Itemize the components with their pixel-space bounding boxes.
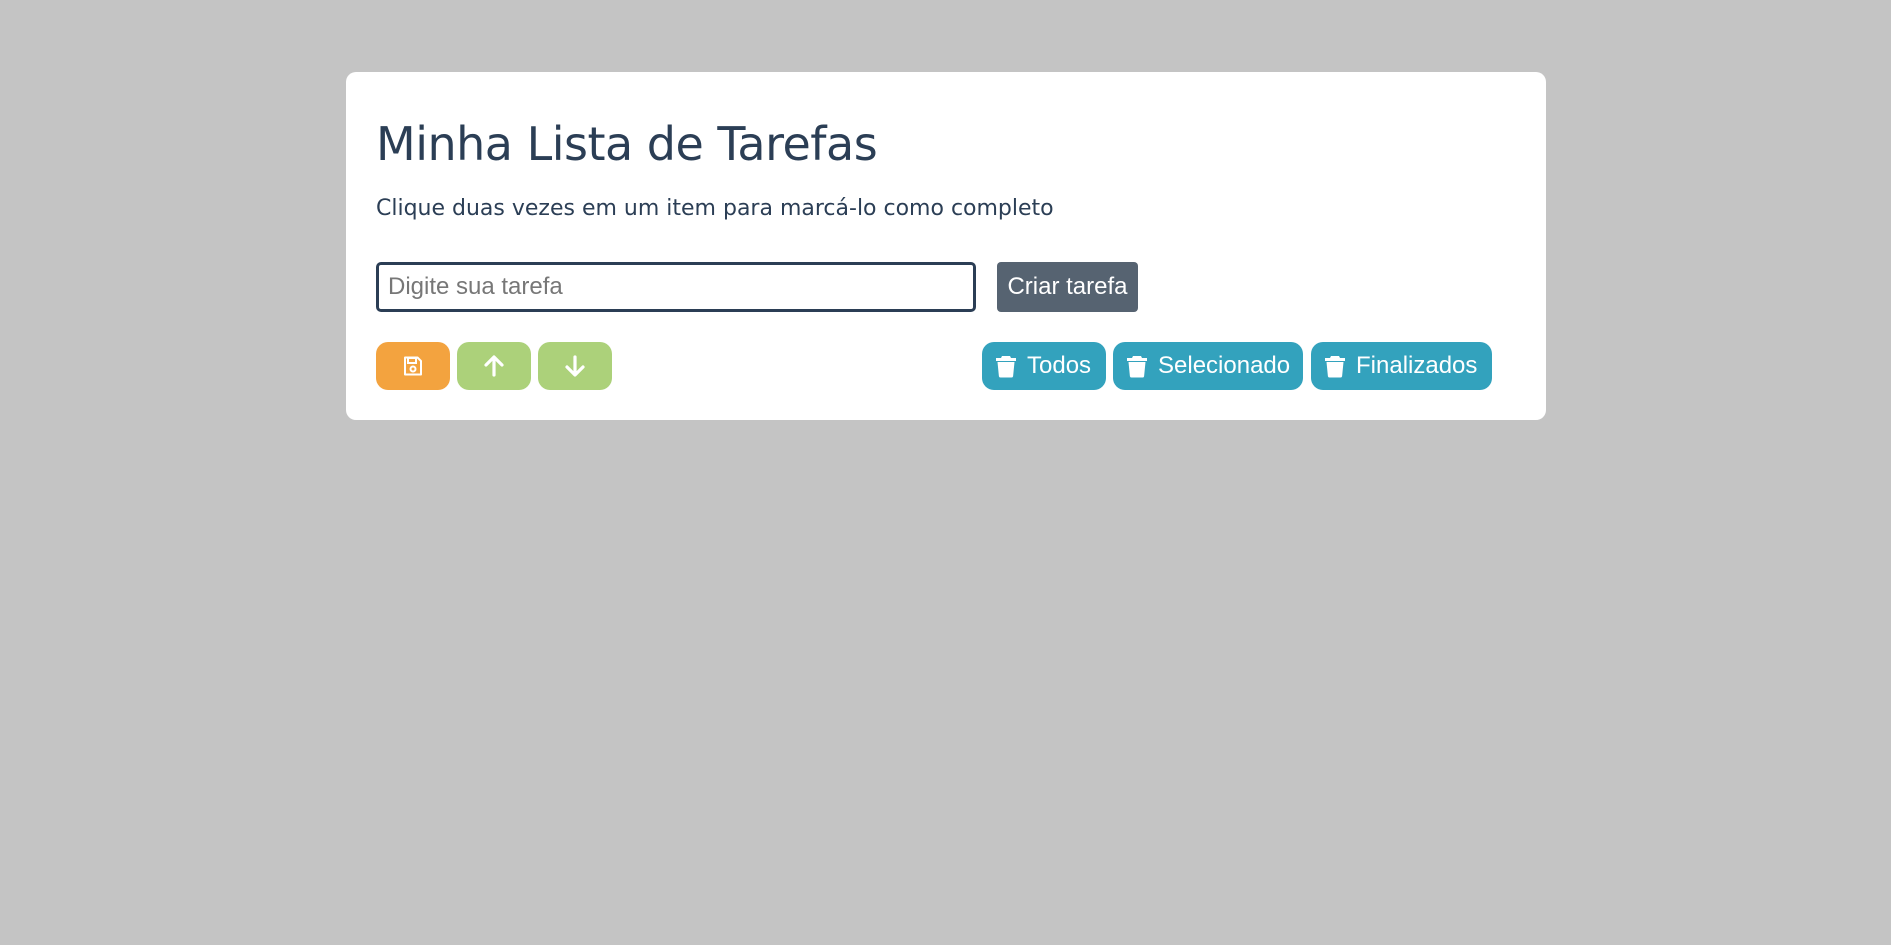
delete-selected-button[interactable]: Selecionado [1113, 342, 1303, 390]
delete-all-button[interactable]: Todos [982, 342, 1106, 390]
move-up-button[interactable] [457, 342, 531, 390]
task-input[interactable] [376, 262, 976, 312]
arrow-down-icon [563, 354, 587, 378]
page-title: Minha Lista de Tarefas [376, 117, 878, 171]
page-subtitle: Clique duas vezes em um item para marcá-… [376, 196, 1054, 221]
save-button[interactable] [376, 342, 450, 390]
trash-icon [1324, 354, 1346, 378]
trash-icon [995, 354, 1017, 378]
create-task-button[interactable]: Criar tarefa [997, 262, 1138, 312]
delete-all-label: Todos [1027, 352, 1092, 379]
trash-icon [1126, 354, 1148, 378]
delete-finished-button[interactable]: Finalizados [1311, 342, 1492, 390]
move-down-button[interactable] [538, 342, 612, 390]
todo-card: Minha Lista de Tarefas Clique duas vezes… [346, 72, 1546, 420]
floppy-disk-icon [402, 355, 424, 377]
delete-selected-label: Selecionado [1158, 352, 1291, 379]
arrow-up-icon [482, 354, 506, 378]
delete-finished-label: Finalizados [1356, 352, 1478, 379]
